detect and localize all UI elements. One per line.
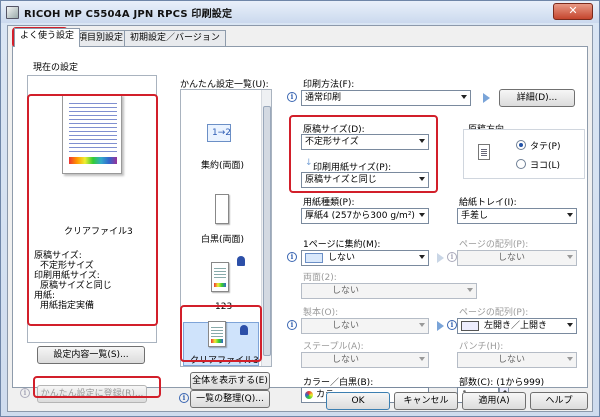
easy-settings-list[interactable]: 1→2 集約(両面) 白黒(両面) 123 クリアファイル3 (180, 89, 272, 367)
orientation-group: タテ(P) ヨコ(L) (463, 129, 585, 179)
preset-clearfile-icon (208, 321, 226, 347)
dialog-client: よく使う設定 項目別設定 初期設定／バージョン 現在の設定 クリアファイル3 原… (7, 25, 593, 412)
preview-name: クリアファイル3 (64, 227, 133, 237)
preset-combine-icon: 1→2 (203, 122, 237, 148)
organize-info-icon: i (179, 393, 189, 403)
down-arrow-icon: ↓ (305, 158, 313, 168)
register-easy-setting-button[interactable]: かんたん設定に登録(R)... (37, 385, 147, 403)
punch-select[interactable]: しない (457, 352, 577, 368)
close-button[interactable]: ✕ (553, 3, 593, 20)
tab-item-settings[interactable]: 項目別設定 (72, 30, 130, 47)
preset-123[interactable]: 123 (215, 302, 232, 312)
user-preset-icon (237, 256, 245, 266)
page-order2-label: ページの配列(P): (459, 308, 529, 318)
help-button[interactable]: ヘルプ (530, 392, 588, 410)
preset-clearfile-label: クリアファイル3 (190, 356, 259, 366)
preview-document (62, 94, 122, 174)
window-title: RICOH MP C5504A JPN RPCS 印刷設定 (24, 8, 233, 20)
register-info-icon: i (20, 388, 30, 398)
tab-panel: 現在の設定 クリアファイル3 原稿サイズ: 不定形サイズ 印刷用紙サイズ: 原稿… (12, 46, 588, 408)
preset-mono-duplex[interactable]: 白黒(両面) (201, 232, 244, 245)
preset-combine-duplex[interactable]: 集約(両面) (201, 158, 244, 171)
page-order-select[interactable]: しない (457, 250, 577, 266)
duplex-select[interactable]: しない (301, 283, 477, 299)
staple-select[interactable]: しない (301, 352, 429, 368)
duplex-label: 両面(2): (303, 273, 337, 283)
combine-arrow-icon (437, 253, 444, 263)
preset-clearfile-selected[interactable]: クリアファイル3 (183, 321, 259, 366)
booklet-select[interactable]: しない (301, 318, 429, 334)
printer-icon (6, 5, 19, 19)
print-size-select[interactable]: 原稿サイズと同じ (301, 172, 429, 188)
preview-color-bar (69, 157, 117, 164)
print-method-info-icon: i (287, 92, 297, 102)
settings-list-button[interactable]: 設定内容一覧(S)... (37, 346, 145, 364)
landscape-label: ヨコ(L) (530, 161, 561, 171)
tab-frequent-settings[interactable]: よく使う設定 (14, 28, 81, 47)
staple-label: ステープル(A): (303, 342, 364, 352)
current-settings-panel: クリアファイル3 原稿サイズ: 不定形サイズ 印刷用紙サイズ: 原稿サイズと同じ… (27, 75, 157, 343)
print-method-detail-button[interactable]: 詳細(D)... (499, 89, 575, 107)
page-order-info-icon: i (447, 252, 457, 262)
print-method-arrow-icon (483, 93, 490, 103)
paper-type-label: 用紙種類(P): (303, 198, 355, 208)
original-size-select[interactable]: 不定形サイズ (301, 134, 429, 150)
show-all-button[interactable]: 全体を表示する(E) (190, 372, 270, 390)
print-settings-window: RICOH MP C5504A JPN RPCS 印刷設定 ✕ よく使う設定 項… (0, 0, 600, 417)
booklet-info-icon: i (287, 320, 297, 330)
page-order2-info-icon: i (447, 320, 457, 330)
tray-label: 給紙トレイ(I): (459, 198, 517, 208)
page-order2-select[interactable]: 左開き／上開き (457, 318, 577, 334)
title-bar: RICOH MP C5504A JPN RPCS 印刷設定 ✕ (1, 1, 599, 23)
easy-settings-scroll-thumb[interactable] (263, 106, 271, 356)
portrait-page-icon (478, 144, 490, 160)
preset-123-icon (211, 262, 229, 292)
easy-settings-scrollbar[interactable] (261, 90, 271, 366)
page-order-label: ページの配列(P): (459, 240, 529, 250)
tray-select[interactable]: 手差し (457, 208, 577, 224)
ok-button[interactable]: OK (326, 392, 390, 410)
preview-text-lines (69, 100, 117, 152)
print-method-label: 印刷方法(F): (303, 80, 355, 90)
print-method-select[interactable]: 通常印刷 (301, 90, 471, 106)
booklet-label: 製本(O): (303, 308, 339, 318)
portrait-label: タテ(P) (530, 142, 561, 152)
apply-button[interactable]: 適用(A) (462, 392, 526, 410)
current-settings-heading: 現在の設定 (33, 63, 79, 73)
booklet-arrow-icon (437, 321, 444, 331)
combine-select[interactable]: しない (301, 250, 429, 266)
punch-label: パンチ(H): (459, 342, 504, 352)
tab-defaults-version[interactable]: 初期設定／バージョン (124, 30, 226, 47)
organize-list-button[interactable]: 一覧の整理(Q)... (190, 390, 270, 408)
landscape-radio[interactable] (516, 159, 526, 169)
cancel-button[interactable]: キャンセル (394, 392, 458, 410)
combine-label: 1ページに集約(M): (303, 240, 381, 250)
paper-type-select[interactable]: 厚紙4 (257から300 g/m²) (301, 208, 429, 224)
combine-info-icon: i (287, 252, 297, 262)
preset-mono-icon (215, 194, 229, 224)
user-preset-icon-2 (240, 325, 248, 335)
detail-paper-value: 用紙指定実備 (40, 301, 95, 311)
portrait-radio[interactable] (516, 140, 526, 150)
